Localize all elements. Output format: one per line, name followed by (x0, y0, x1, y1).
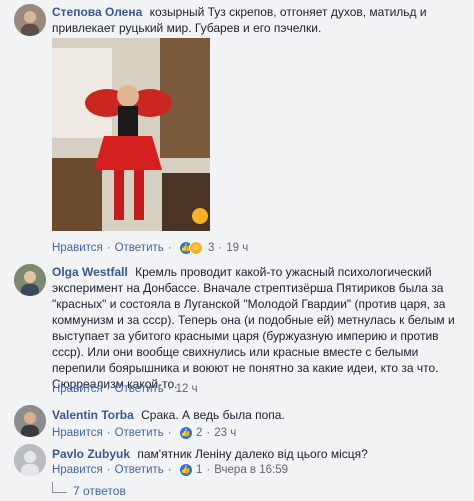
comment-time[interactable]: 23 ч (214, 427, 236, 439)
reply-button[interactable]: Ответить (115, 427, 164, 439)
replies-count[interactable]: 7 ответов (73, 484, 126, 498)
comment-time[interactable]: Вчера в 16:59 (214, 464, 288, 476)
reactions[interactable]: 👍 ☺ (178, 241, 205, 255)
comment-body: Olga Westfall Кремль проводит какой-то у… (52, 264, 464, 392)
like-reaction-icon: 👍 (178, 426, 193, 440)
avatar[interactable] (14, 405, 46, 437)
like-button[interactable]: Нравится (52, 383, 103, 395)
comment-actions: Нравится · Ответить · 12 ч (52, 383, 198, 395)
avatar[interactable] (14, 444, 46, 476)
avatar[interactable] (14, 264, 46, 296)
comment-author[interactable]: Pavlo Zubyuk (52, 447, 130, 461)
comment-author[interactable]: Olga Westfall (52, 265, 128, 279)
like-button[interactable]: Нравится (52, 242, 103, 254)
reactions[interactable]: 👍 (178, 463, 193, 477)
reaction-count[interactable]: 1 (196, 464, 202, 476)
reaction-count[interactable]: 2 (196, 427, 202, 439)
reply-button[interactable]: Ответить (115, 383, 164, 395)
comment-text: пам'ятник Леніну далеко від цього місця? (137, 447, 368, 461)
reply-arrow-icon (52, 482, 67, 493)
avatar[interactable] (14, 4, 46, 36)
comment-author[interactable]: Valentin Torba (52, 408, 134, 422)
comment-actions: Нравится · Ответить · 👍 2 · 23 ч (52, 426, 237, 440)
haha-reaction-icon: ☺ (188, 241, 203, 255)
reactions[interactable]: 👍 (178, 426, 193, 440)
comment-text: Кремль проводит какой-то ужасный психоло… (52, 265, 455, 391)
comment-time[interactable]: 12 ч (176, 383, 198, 395)
like-reaction-icon: 👍 (178, 463, 193, 477)
comment-photo[interactable] (52, 38, 210, 231)
reply-button[interactable]: Ответить (115, 242, 164, 254)
view-replies-link[interactable]: 7 ответов (52, 482, 126, 498)
reply-button[interactable]: Ответить (115, 464, 164, 476)
like-button[interactable]: Нравится (52, 427, 103, 439)
comment-body: Pavlo Zubyuk пам'ятник Леніну далеко від… (52, 446, 464, 462)
like-button[interactable]: Нравится (52, 464, 103, 476)
comment-actions: Нравится · Ответить · 👍 1 · Вчера в 16:59 (52, 463, 288, 477)
comment-author[interactable]: Степова Олена (52, 5, 142, 19)
reaction-count[interactable]: 3 (208, 242, 214, 254)
comment-time[interactable]: 19 ч (226, 242, 248, 254)
comment-text: Срака. А ведь была попа. (141, 408, 285, 422)
comment-body: Valentin Torba Срака. А ведь была попа. (52, 407, 464, 423)
comment-body: Степова Олена козырный Туз скрепов, отго… (52, 4, 464, 36)
comment-actions: Нравится · Ответить · 👍 ☺ 3 · 19 ч (52, 241, 249, 255)
